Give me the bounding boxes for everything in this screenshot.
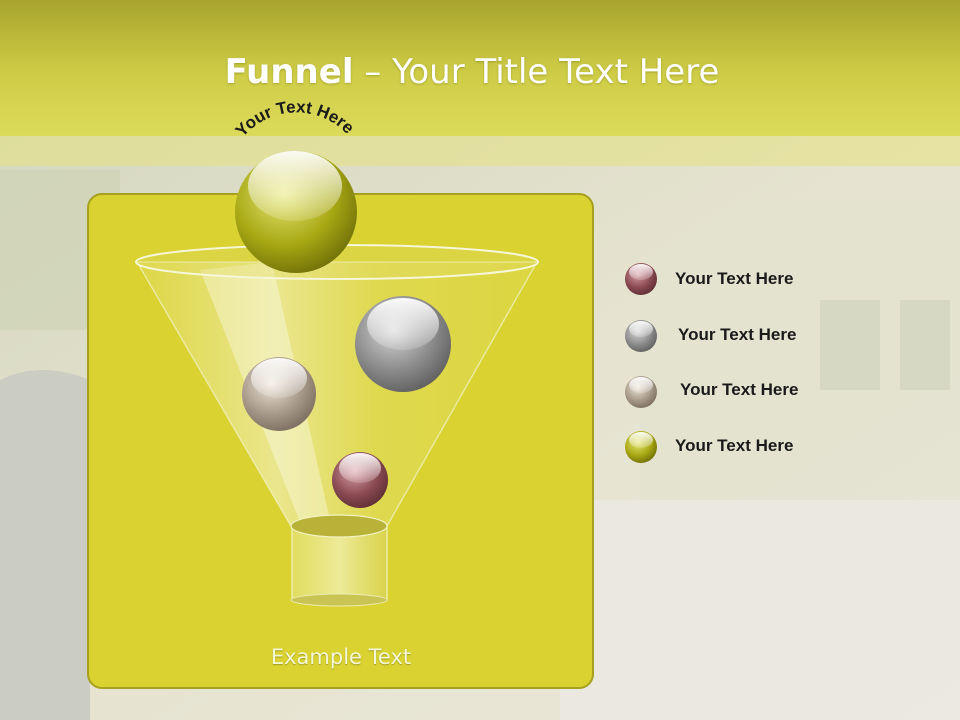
title-bold: Funnel — [224, 52, 354, 92]
legend-ball-3 — [625, 376, 657, 408]
top-ball — [235, 151, 357, 273]
legend-label-4: Your Text Here — [675, 436, 794, 455]
funnel-ball-red — [332, 452, 388, 508]
legend-ball-2 — [625, 320, 657, 352]
background-person-shoulder — [0, 370, 90, 720]
background-window — [820, 300, 880, 390]
legend-ball-4 — [625, 431, 657, 463]
funnel-cylinder-bottom — [290, 593, 388, 607]
funnel-cylinder-top — [290, 514, 388, 538]
legend-label-2: Your Text Here — [678, 325, 797, 344]
page-title: Funnel – Your Title Text Here — [0, 52, 944, 92]
background-paper — [560, 500, 960, 720]
background-window — [900, 300, 950, 390]
legend-label-1: Your Text Here — [675, 269, 794, 288]
legend-ball-1 — [625, 263, 657, 295]
title-rest: – Your Title Text Here — [353, 52, 720, 92]
funnel-ball-gray — [355, 296, 451, 392]
legend-label-3: Your Text Here — [680, 380, 799, 399]
header-strip — [0, 136, 960, 166]
funnel-ball-tan — [242, 357, 316, 431]
slide-canvas: Your Text Here — [0, 0, 960, 720]
example-text: Example Text — [270, 645, 412, 669]
